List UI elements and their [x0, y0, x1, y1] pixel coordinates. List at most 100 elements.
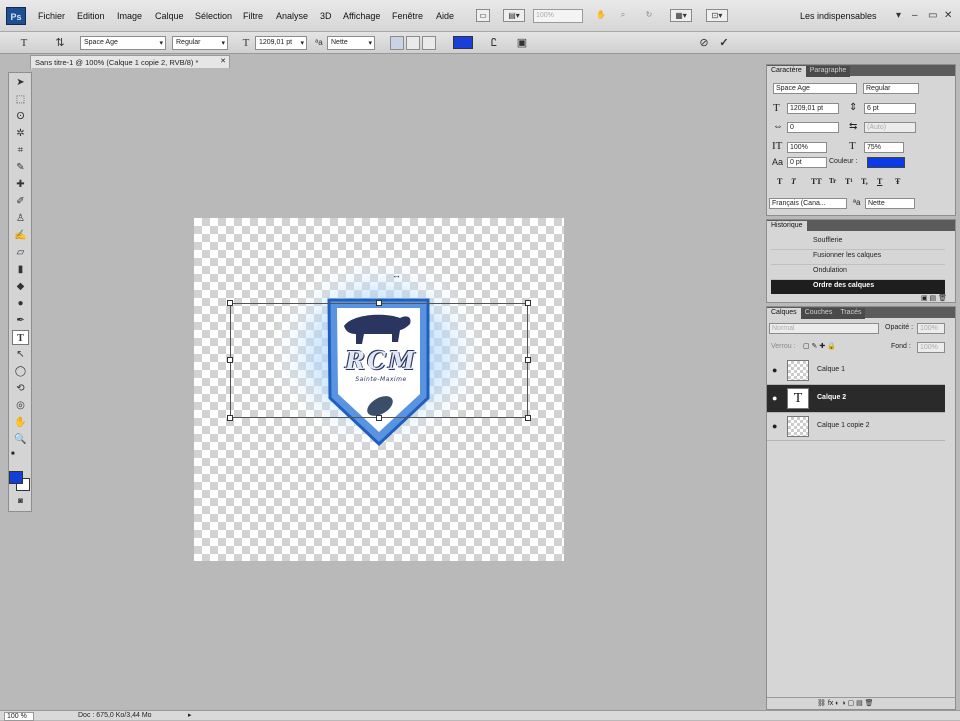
char-language-select[interactable]: Français (Cana... — [769, 198, 847, 209]
char-horizontal-scale-field[interactable]: 75% — [864, 142, 904, 153]
fill-field[interactable]: 100% — [917, 342, 945, 353]
healing-brush-tool-icon[interactable]: ✚ — [12, 177, 29, 192]
text-bounding-box[interactable] — [230, 303, 528, 418]
menu-fenetre[interactable]: Fenêtre — [392, 11, 423, 21]
layer-name[interactable]: Calque 1 copie 2 — [817, 422, 870, 429]
handle-middle-left[interactable] — [227, 357, 233, 363]
history-item[interactable]: Ondulation — [771, 265, 945, 280]
layer-row-selected[interactable]: ● T Calque 2 — [767, 385, 945, 413]
faux-italic-button[interactable]: T — [791, 177, 796, 186]
lock-icons[interactable]: ▢ ✎ ✚ 🔒 — [803, 342, 836, 350]
type-tool-icon[interactable]: T — [12, 330, 29, 345]
align-center-button[interactable] — [406, 36, 420, 50]
tab-historique[interactable]: Historique — [767, 221, 807, 232]
menu-affichage[interactable]: Affichage — [343, 11, 380, 21]
pen-tool-icon[interactable]: ✒ — [12, 313, 29, 328]
document-canvas[interactable]: RCM Sainte-Maxime ↔ — [194, 218, 564, 561]
char-kerning-field[interactable]: 0 — [787, 122, 839, 133]
magic-wand-tool-icon[interactable]: ✲ — [12, 126, 29, 141]
history-actions[interactable]: ▣ ▤ 🗑 — [897, 294, 947, 302]
small-caps-button[interactable]: Tr — [829, 177, 836, 185]
view-extras-icon[interactable]: ▤▾ — [503, 9, 525, 22]
menu-3d[interactable]: 3D — [320, 11, 332, 21]
screen-mode-icon[interactable]: ⊡▾ — [706, 9, 728, 22]
blur-tool-icon[interactable]: ◆ — [12, 279, 29, 294]
layer-name[interactable]: Calque 2 — [817, 394, 846, 401]
clone-stamp-tool-icon[interactable]: ♙ — [12, 211, 29, 226]
handle-bottom-center[interactable] — [376, 415, 382, 421]
hand-icon[interactable]: ✋ — [594, 9, 608, 22]
eraser-tool-icon[interactable]: ▱ — [12, 245, 29, 260]
tab-caractere[interactable]: Caractère — [767, 66, 806, 77]
zoom-icon[interactable]: ⌕ — [616, 9, 630, 22]
menu-aide[interactable]: Aide — [436, 11, 454, 21]
handle-top-left[interactable] — [227, 300, 233, 306]
font-family-select[interactable]: Space Age ▾ — [80, 36, 166, 50]
text-orientation-icon[interactable]: ⇅ — [52, 36, 68, 50]
char-antialias-select[interactable]: Nette — [865, 198, 915, 209]
handle-bottom-left[interactable] — [227, 415, 233, 421]
quick-mask-icon[interactable]: ◙ — [12, 493, 29, 508]
handle-top-center[interactable] — [376, 300, 382, 306]
menu-filtre[interactable]: Filtre — [243, 11, 263, 21]
char-leading-field[interactable]: 6 pt — [864, 103, 916, 114]
menu-analyse[interactable]: Analyse — [276, 11, 308, 21]
opacity-field[interactable]: 100% — [917, 323, 945, 334]
handle-top-right[interactable] — [525, 300, 531, 306]
handle-middle-right[interactable] — [525, 357, 531, 363]
hand-tool-icon[interactable]: ✋ — [12, 415, 29, 430]
warp-text-icon[interactable]: Ꮭ — [486, 36, 502, 50]
font-style-select[interactable]: Regular ▾ — [172, 36, 228, 50]
history-item[interactable]: Fusionner les calques — [771, 250, 945, 265]
handle-bottom-right[interactable] — [525, 415, 531, 421]
arrange-documents-icon[interactable]: ▦▾ — [670, 9, 692, 22]
char-color-swatch[interactable] — [867, 157, 905, 168]
font-size-select[interactable]: 1209,01 pt ▾ — [255, 36, 307, 50]
char-font-family-select[interactable]: Space Age — [773, 83, 857, 94]
shape-tool-icon[interactable]: ◯ — [12, 364, 29, 379]
tab-couches[interactable]: Couches — [800, 308, 837, 319]
layer-row[interactable]: ● Calque 1 — [767, 357, 945, 385]
history-item-selected[interactable]: Ordre des calques — [771, 280, 945, 294]
strikethrough-button[interactable]: Ŧ — [895, 177, 900, 186]
align-right-button[interactable] — [422, 36, 436, 50]
antialias-select[interactable]: Nette ▾ — [327, 36, 375, 50]
lasso-tool-icon[interactable]: ʘ — [12, 109, 29, 124]
visibility-eye-icon[interactable]: ● — [772, 421, 777, 431]
char-tracking-field[interactable]: (Auto) — [864, 122, 916, 133]
char-font-style-select[interactable]: Regular — [863, 83, 919, 94]
subscript-button[interactable]: T, — [861, 177, 868, 186]
underline-button[interactable]: T — [877, 177, 882, 186]
toggle-panels-icon[interactable]: ▣ — [514, 36, 530, 50]
minimize-icon[interactable]: – — [912, 10, 918, 21]
visibility-eye-icon[interactable]: ● — [772, 365, 777, 375]
text-color-swatch[interactable] — [453, 36, 473, 49]
marquee-tool-icon[interactable]: ⬚ — [12, 92, 29, 107]
menu-selection[interactable]: Sélection — [195, 11, 232, 21]
crop-tool-icon[interactable]: ⌗ — [12, 143, 29, 158]
workspace-dropdown-icon[interactable]: ▾ — [896, 10, 901, 21]
zoom-tool-icon[interactable]: 🔍 — [12, 432, 29, 447]
bridge-icon[interactable]: ▭ — [476, 9, 490, 22]
history-brush-tool-icon[interactable]: ✍ — [12, 228, 29, 243]
workspace-switcher[interactable]: Les indispensables — [800, 11, 877, 21]
layer-name[interactable]: Calque 1 — [817, 366, 845, 373]
layers-bottom-toolbar[interactable]: ⛓ fx ◐ ◑ ▢ ▤ 🗑 — [767, 697, 955, 709]
char-size-field[interactable]: 1209,01 pt — [787, 103, 839, 114]
status-arrow-icon[interactable]: ▸ — [188, 711, 192, 719]
blend-mode-select[interactable]: Normal — [769, 323, 879, 334]
3d-rotate-tool-icon[interactable]: ⟲ — [12, 381, 29, 396]
text-tool-preset-icon[interactable]: T — [16, 36, 32, 50]
path-selection-tool-icon[interactable]: ↖ — [12, 347, 29, 362]
menu-edition[interactable]: Edition — [77, 11, 105, 21]
foreground-color-swatch[interactable] — [9, 471, 23, 484]
superscript-button[interactable]: T¹ — [845, 177, 853, 186]
char-vertical-scale-field[interactable]: 100% — [787, 142, 827, 153]
restore-icon[interactable]: ▭ — [928, 10, 937, 21]
char-baseline-field[interactable]: 0 pt — [787, 157, 827, 168]
menu-fichier[interactable]: Fichier — [38, 11, 65, 21]
rotate-view-icon[interactable]: ↻ — [642, 9, 656, 22]
brush-tool-icon[interactable]: ✐ — [12, 194, 29, 209]
commit-edit-icon[interactable]: ✓ — [716, 36, 732, 50]
all-caps-button[interactable]: TT — [811, 177, 822, 186]
